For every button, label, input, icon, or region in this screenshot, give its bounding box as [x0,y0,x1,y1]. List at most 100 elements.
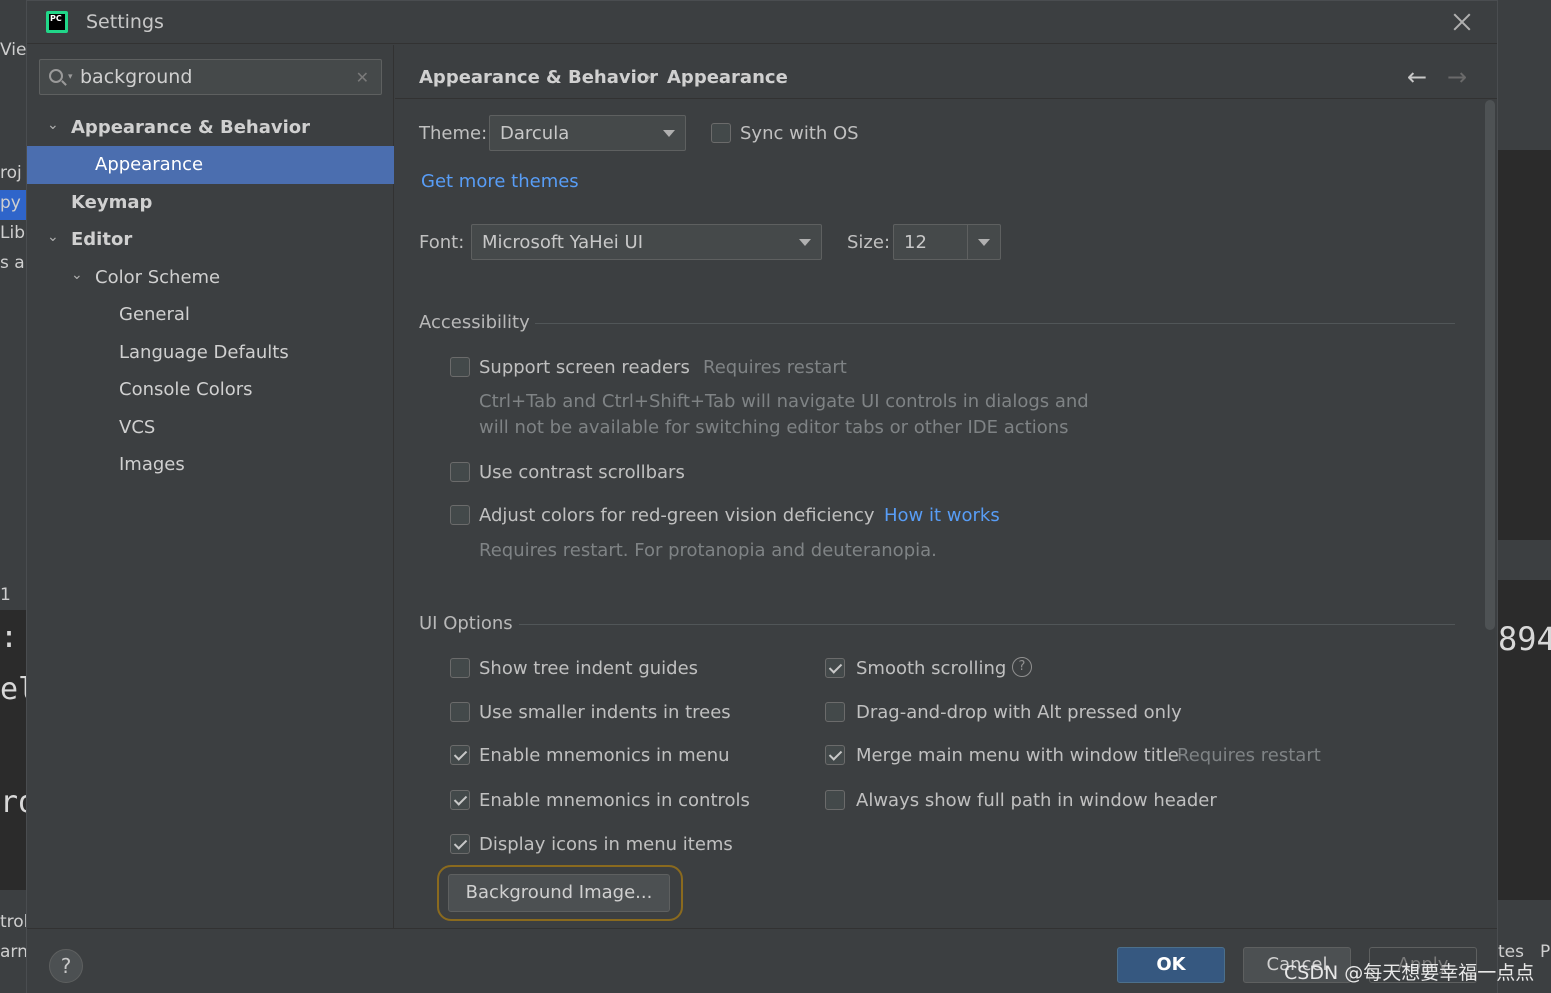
ide-fragment: Vie [0,40,26,60]
ide-fragment: py [0,193,21,213]
dialog-title: Settings [86,11,164,33]
font-size-value: 12 [904,232,927,253]
font-label: Font: [419,232,465,253]
chevron-down-icon [663,130,675,137]
font-dropdown[interactable]: Microsoft YaHei UI [471,224,822,260]
combo-divider [967,225,968,259]
display-icons-checkbox[interactable] [450,834,470,854]
screen-readers-checkbox[interactable] [450,357,470,377]
sidebar-item-label: Images [119,454,185,475]
sidebar-item-appearance-behavior[interactable]: ⌄ Appearance & Behavior [27,109,394,147]
sidebar-item-label: Language Defaults [119,342,289,363]
size-label: Size: [847,232,891,253]
settings-sidebar: ▾ ✕ ⌄ Appearance & Behavior Appearance K… [27,45,394,928]
get-more-themes-link[interactable]: Get more themes [421,171,579,192]
merge-menu-label: Merge main menu with window title [856,745,1179,766]
merge-menu-checkbox[interactable] [825,745,845,765]
sidebar-item-general[interactable]: General [27,296,394,334]
back-arrow-icon[interactable]: ← [1407,63,1427,91]
drag-drop-checkbox[interactable] [825,702,845,722]
settings-search: ▾ ✕ [39,59,382,95]
help-button[interactable]: ? [49,949,83,983]
close-icon[interactable] [1451,11,1473,33]
full-path-label: Always show full path in window header [856,790,1217,811]
dialog-footer: ? OK Cancel Apply [27,928,1497,993]
background-image-button[interactable]: Background Image... [448,874,670,912]
smaller-indents-checkbox[interactable] [450,702,470,722]
mnemonics-controls-label: Enable mnemonics in controls [479,790,750,811]
breadcrumb: Appearance & Behavior › Appearance ← → [395,45,1497,99]
sidebar-item-label: Appearance & Behavior [71,117,311,138]
sidebar-item-label: Keymap [71,192,153,213]
tree-indent-checkbox[interactable] [450,658,470,678]
chevron-down-icon: ⌄ [47,117,59,133]
search-input[interactable] [80,64,350,90]
screen-readers-desc: Ctrl+Tab and Ctrl+Shift+Tab will navigat… [479,391,1089,412]
sidebar-item-color-scheme[interactable]: ⌄ Color Scheme [27,259,394,297]
smooth-scrolling-checkbox[interactable] [825,658,845,678]
full-path-checkbox[interactable] [825,790,845,810]
search-icon [49,69,63,83]
appearance-pane: Theme: Darcula Sync with OS Get more the… [395,100,1483,928]
chevron-down-icon [978,239,990,246]
ide-right-panel-area [1498,150,1551,540]
tree-indent-label: Show tree indent guides [479,658,699,679]
screen-readers-label: Support screen readers [479,357,690,378]
pycharm-logo-icon: PC [46,11,68,33]
sidebar-item-console-colors[interactable]: Console Colors [27,371,394,409]
mnemonics-menu-checkbox[interactable] [450,745,470,765]
sidebar-item-label: Console Colors [119,379,253,400]
contrast-scrollbars-label: Use contrast scrollbars [479,462,685,483]
vertical-scrollbar[interactable] [1485,100,1495,630]
search-options-chevron-icon[interactable]: ▾ [68,72,73,82]
accessibility-header: Accessibility [419,312,530,333]
ide-fragment: s ar [0,253,26,273]
sidebar-item-language-defaults[interactable]: Language Defaults [27,334,394,372]
screen-readers-desc: will not be available for switching edit… [479,417,1069,438]
display-icons-label: Display icons in menu items [479,834,733,855]
sidebar-item-images[interactable]: Images [27,446,394,484]
section-divider [519,624,1455,625]
clear-search-icon[interactable]: ✕ [356,68,369,87]
red-green-checkbox[interactable] [450,505,470,525]
ide-fragment: 894 [1498,620,1551,658]
smooth-scrolling-label: Smooth scrolling [856,658,1007,679]
red-green-note: Requires restart. For protanopia and deu… [479,540,937,561]
watermark: CSDN @每天想要幸福一点点 [1284,962,1535,984]
breadcrumb-parent[interactable]: Appearance & Behavior [419,67,658,88]
font-size-combo[interactable]: 12 [893,224,1001,260]
font-value: Microsoft YaHei UI [482,232,643,253]
sidebar-item-editor[interactable]: ⌄ Editor [27,221,394,259]
sidebar-item-label: Color Scheme [95,267,221,288]
ide-fragment: 1 [0,585,11,605]
merge-menu-note: Requires restart [1177,745,1321,766]
mnemonics-controls-checkbox[interactable] [450,790,470,810]
settings-content: Appearance & Behavior › Appearance ← → T… [395,45,1497,928]
mnemonics-menu-label: Enable mnemonics in menu [479,745,730,766]
ide-fragment: arn [0,942,26,962]
sidebar-item-keymap[interactable]: Keymap [27,184,394,222]
ide-fragment: Libr [0,223,26,243]
ok-button[interactable]: OK [1117,947,1225,983]
ide-right-panel: 894 tes P [1498,0,1551,993]
smaller-indents-label: Use smaller indents in trees [479,702,731,723]
ide-left-panel: Vie roj py Libr s ar 1 : \ el ro trol ar… [0,0,26,993]
ide-fragment: : \ [0,620,26,655]
forward-arrow-icon[interactable]: → [1447,63,1467,91]
sync-with-os-checkbox[interactable] [711,123,731,143]
ide-fragment: P [1540,942,1551,962]
help-icon[interactable]: ? [1012,657,1032,677]
ide-fragment: roj [0,163,22,183]
dialog-titlebar: PC Settings [27,1,1497,44]
sidebar-item-appearance[interactable]: Appearance [27,146,394,184]
how-it-works-link[interactable]: How it works [884,505,1000,526]
sidebar-item-vcs[interactable]: VCS [27,409,394,447]
sidebar-item-label: Editor [71,229,133,250]
breadcrumb-current: Appearance [667,67,788,88]
contrast-scrollbars-checkbox[interactable] [450,462,470,482]
sync-with-os-label: Sync with OS [740,123,859,144]
ide-fragment: el [0,672,26,707]
theme-dropdown[interactable]: Darcula [489,115,686,151]
chevron-down-icon [799,239,811,246]
chevron-down-icon: ⌄ [71,267,83,283]
